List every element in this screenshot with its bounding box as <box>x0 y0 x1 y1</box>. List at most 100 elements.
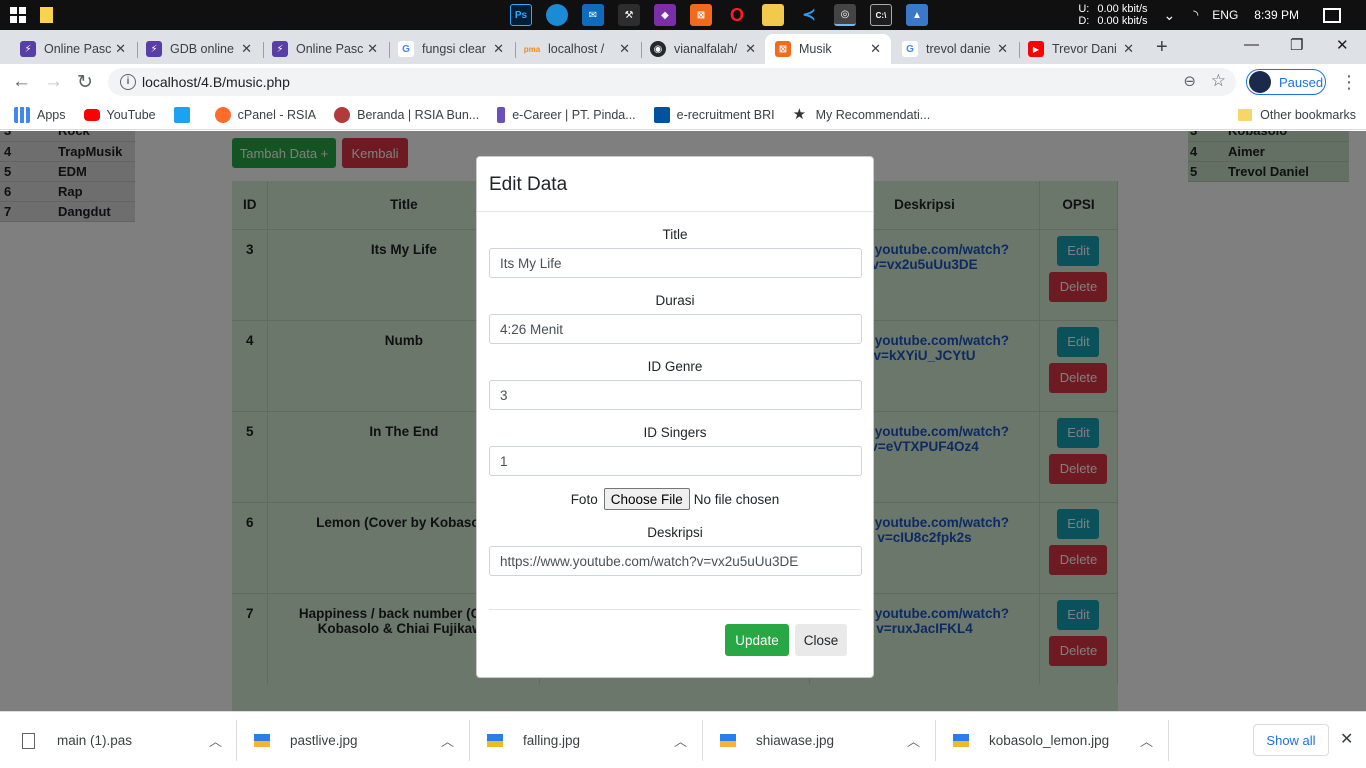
show-all-button[interactable]: Show all <box>1253 724 1329 756</box>
chevron-up-icon[interactable]: ︿ <box>209 731 222 750</box>
phpmyadmin-icon: pma <box>523 44 541 54</box>
close-icon[interactable]: ✕ <box>745 41 756 57</box>
tab-github[interactable]: ◉ vianalfalah/ ✕ <box>640 34 766 64</box>
page-viewport: 3Rock 4TrapMusik 5EDM 6Rap 7Dangdut 3Kob… <box>0 131 1366 711</box>
forward-icon[interactable]: → <box>44 71 63 93</box>
close-button[interactable]: Close <box>795 624 847 656</box>
xampp-icon[interactable]: ⊠ <box>690 4 712 26</box>
bookmark-cpanel[interactable]: cPanel - RSIA <box>214 106 316 123</box>
cmd-icon[interactable]: C:\ <box>870 4 892 26</box>
edit-data-modal: Edit Data Title Durasi ID Genre ID Singe… <box>476 156 874 678</box>
language-indicator[interactable]: ENG <box>1212 8 1238 22</box>
edge-icon[interactable] <box>546 4 568 26</box>
tab-favicon-icon: ⚡ <box>272 41 288 57</box>
tab-trevor-daniel-youtube[interactable]: ▶ Trevor Dani ✕ <box>1018 34 1144 64</box>
download-item[interactable]: falling.jpg ︿ <box>487 712 697 768</box>
download-item[interactable]: main (1).pas ︿ <box>22 712 232 768</box>
tab-online-pascal-2[interactable]: ⚡ Online Pasc ✕ <box>262 34 388 64</box>
close-icon[interactable]: ✕ <box>1123 41 1134 57</box>
bookmark-recommendations[interactable]: ★ My Recommendati... <box>792 105 931 123</box>
minimize-icon[interactable]: — <box>1244 36 1259 53</box>
close-icon[interactable]: ✕ <box>1340 729 1353 749</box>
opera-icon[interactable]: O <box>726 4 748 26</box>
bookmark-youtube[interactable]: YouTube <box>83 108 156 122</box>
notification-icon[interactable] <box>1323 7 1341 23</box>
url-text[interactable]: localhost/4.B/music.php <box>142 74 290 90</box>
rsia-icon <box>334 106 351 123</box>
profile-button[interactable]: Paused <box>1246 69 1326 95</box>
bookmark-rsia[interactable]: Beranda | RSIA Bun... <box>334 106 479 123</box>
tab-gdb-online[interactable]: ⚡ GDB online ✕ <box>136 34 262 64</box>
singers-input[interactable] <box>489 446 862 476</box>
wifi-icon[interactable]: ◝ <box>1193 7 1198 23</box>
bri-icon <box>653 106 670 123</box>
deskripsi-input[interactable] <box>489 546 862 576</box>
close-icon[interactable]: ✕ <box>115 41 126 57</box>
tab-favicon-icon: ⚡ <box>146 41 162 57</box>
other-bookmarks[interactable]: Other bookmarks <box>1238 108 1356 122</box>
choose-file-button[interactable]: Choose File <box>603 488 690 510</box>
chevron-up-icon[interactable]: ︿ <box>441 731 454 750</box>
more-menu-icon[interactable]: ⋮ <box>1340 72 1358 93</box>
modal-footer: Update Close <box>489 609 861 679</box>
bookmark-ecareer[interactable]: e-Career | PT. Pinda... <box>497 106 636 123</box>
address-bar[interactable]: i localhost/4.B/music.php ⊖ ☆ <box>108 68 1236 96</box>
image-file-icon <box>487 734 503 747</box>
singers-label: ID Singers <box>643 425 707 440</box>
singers-group: ID Singers <box>489 425 862 476</box>
tab-fungsi-clear[interactable]: G fungsi clear ✕ <box>388 34 514 64</box>
close-icon[interactable]: ✕ <box>493 41 504 57</box>
bookmark-star-icon[interactable]: ☆ <box>1211 71 1226 91</box>
bookmark-bri[interactable]: e-recruitment BRI <box>653 106 775 123</box>
new-tab-icon[interactable]: + <box>1156 36 1168 59</box>
deskripsi-label: Deskripsi <box>647 525 703 540</box>
genre-input[interactable] <box>489 380 862 410</box>
window-close-icon[interactable]: ✕ <box>1336 36 1349 54</box>
cpanel-icon <box>214 106 231 123</box>
zoom-icon[interactable]: ⊖ <box>1183 72 1196 90</box>
chevron-up-icon[interactable]: ︿ <box>1140 731 1153 750</box>
vscode-icon[interactable]: ≺ <box>798 4 820 26</box>
download-item[interactable]: kobasolo_lemon.jpg ︿ <box>953 712 1163 768</box>
chevron-up-icon[interactable]: ︿ <box>674 731 687 750</box>
windows-start-icon[interactable] <box>10 7 26 23</box>
info-icon[interactable]: i <box>120 74 136 90</box>
back-icon[interactable]: ← <box>12 71 31 93</box>
close-icon[interactable]: ✕ <box>619 41 630 57</box>
twitter-icon <box>173 106 190 123</box>
bookmark-apps[interactable]: Apps <box>14 106 66 123</box>
durasi-input[interactable] <box>489 314 862 344</box>
ecareer-icon <box>497 106 506 123</box>
bookmark-twitter[interactable] <box>173 106 197 123</box>
chevron-up-icon[interactable]: ⌄ <box>1164 7 1176 24</box>
reload-icon[interactable]: ↻ <box>77 71 93 94</box>
update-button[interactable]: Update <box>725 624 789 656</box>
app-icon[interactable]: ◆ <box>654 4 676 26</box>
folder-icon[interactable] <box>762 4 784 26</box>
close-icon[interactable]: ✕ <box>367 41 378 57</box>
genre-group: ID Genre <box>489 359 862 410</box>
tab-musik[interactable]: ⊠ Musik ✕ <box>765 34 891 64</box>
file-explorer-pinned-icon[interactable] <box>40 7 53 23</box>
star-icon: ★ <box>792 105 807 123</box>
photoshop-icon[interactable]: Ps <box>510 4 532 26</box>
chevron-up-icon[interactable]: ︿ <box>907 731 920 750</box>
download-item[interactable]: shiawase.jpg ︿ <box>720 712 930 768</box>
tools-icon[interactable]: ⚒ <box>618 4 640 26</box>
tab-localhost-pma[interactable]: pma localhost / ✕ <box>514 34 640 64</box>
tab-trevol-daniel-search[interactable]: G trevol danie ✕ <box>892 34 1018 64</box>
image-file-icon <box>953 734 969 747</box>
close-icon[interactable]: ✕ <box>870 41 881 57</box>
close-icon[interactable]: ✕ <box>241 41 252 57</box>
tab-online-pascal-1[interactable]: ⚡ Online Pasc ✕ <box>10 34 136 64</box>
close-icon[interactable]: ✕ <box>997 41 1008 57</box>
file-status: No file chosen <box>693 491 780 507</box>
restore-icon[interactable]: ❐ <box>1290 36 1303 54</box>
title-input[interactable] <box>489 248 862 278</box>
mail-icon[interactable]: ✉ <box>582 4 604 26</box>
chrome-icon[interactable]: ◎ <box>834 4 856 26</box>
durasi-label: Durasi <box>655 293 695 308</box>
clock[interactable]: 8:39 PM <box>1254 8 1299 22</box>
photos-icon[interactable]: ▲ <box>906 4 928 26</box>
download-item[interactable]: pastlive.jpg ︿ <box>254 712 464 768</box>
